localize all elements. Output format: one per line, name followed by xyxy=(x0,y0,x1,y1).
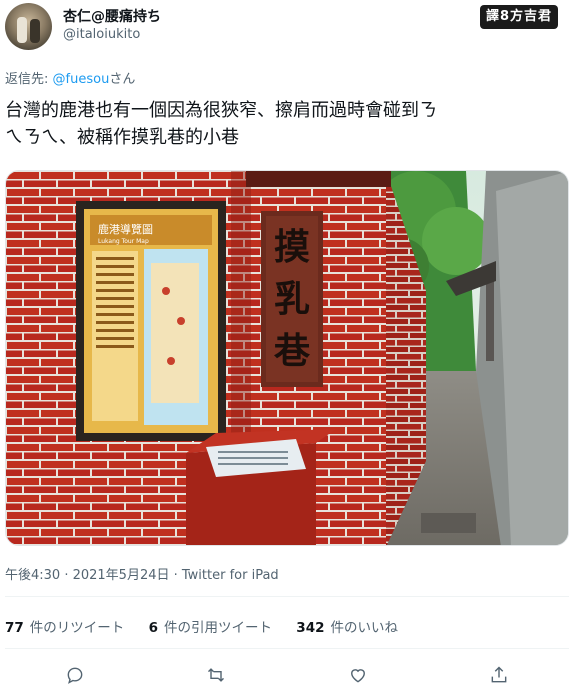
avatar-figure xyxy=(17,17,27,43)
alley-photo-illustration: 鹿港導覽圖 Lukang Tour Map 摸 乳 巷 xyxy=(6,171,568,545)
likes-stat[interactable]: 342 件のいいね xyxy=(296,616,398,636)
divider xyxy=(5,596,569,597)
sign-char: 巷 xyxy=(273,330,311,372)
likes-count: 342 xyxy=(296,620,325,636)
avatar[interactable] xyxy=(5,3,52,50)
divider xyxy=(5,648,569,649)
quotes-label: 件の引用ツイート xyxy=(164,620,272,636)
tweet-header: 杏仁@腰痛持ち @italoiukito 譯8方吉君 xyxy=(0,0,573,58)
engagement-stats: 77 件のリツイート 6 件の引用ツイート 342 件のいいね xyxy=(5,616,418,636)
retweets-label: 件のリツイート xyxy=(29,620,125,636)
avatar-figure xyxy=(30,19,40,43)
tweet-text-line: ㄟㄋㄟ、被稱作摸乳巷的小巷 xyxy=(5,127,239,148)
reply-prefix: 返信先: xyxy=(5,72,49,87)
tweet-photo[interactable]: 鹿港導覽圖 Lukang Tour Map 摸 乳 巷 xyxy=(5,170,569,546)
user-handle[interactable]: @italoiukito xyxy=(63,27,140,42)
display-name[interactable]: 杏仁@腰痛持ち xyxy=(63,6,161,26)
reply-to-line: 返信先: @fuesouさん xyxy=(5,68,135,87)
quotes-count: 6 xyxy=(148,620,158,636)
reply-icon xyxy=(67,667,83,684)
reply-suffix: さん xyxy=(109,72,136,87)
retweets-stat[interactable]: 77 件のリツイート xyxy=(5,616,124,636)
heart-icon xyxy=(351,669,365,683)
tweet-text: 台灣的鹿港也有一個因為很狹窄、擦肩而過時會碰到ㄋ ㄟㄋㄟ、被稱作摸乳巷的小巷 xyxy=(5,97,565,151)
map-title: 鹿港導覽圖 xyxy=(98,222,153,236)
map-subtitle: Lukang Tour Map xyxy=(98,238,149,245)
tweet-timestamp[interactable]: 午後4:30 · 2021年5月24日 · Twitter for iPad xyxy=(5,564,279,583)
sign-char: 摸 xyxy=(274,226,310,268)
reply-mention-link[interactable]: @fuesou xyxy=(53,72,110,87)
share-button[interactable] xyxy=(486,662,512,688)
sign-char: 乳 xyxy=(274,278,310,320)
reply-button[interactable] xyxy=(62,662,88,688)
tweet-text-line: 台灣的鹿港也有一個因為很狹窄、擦肩而過時會碰到ㄋ xyxy=(5,100,437,121)
action-bar xyxy=(0,658,573,692)
share-icon xyxy=(491,666,507,683)
watermark-badge: 譯8方吉君 xyxy=(480,5,559,29)
retweet-button[interactable] xyxy=(203,662,229,688)
likes-label: 件のいいね xyxy=(330,620,398,636)
retweets-count: 77 xyxy=(5,620,24,636)
like-button[interactable] xyxy=(345,662,371,688)
quotes-stat[interactable]: 6 件の引用ツイート xyxy=(149,616,272,636)
retweet-icon xyxy=(207,668,225,682)
